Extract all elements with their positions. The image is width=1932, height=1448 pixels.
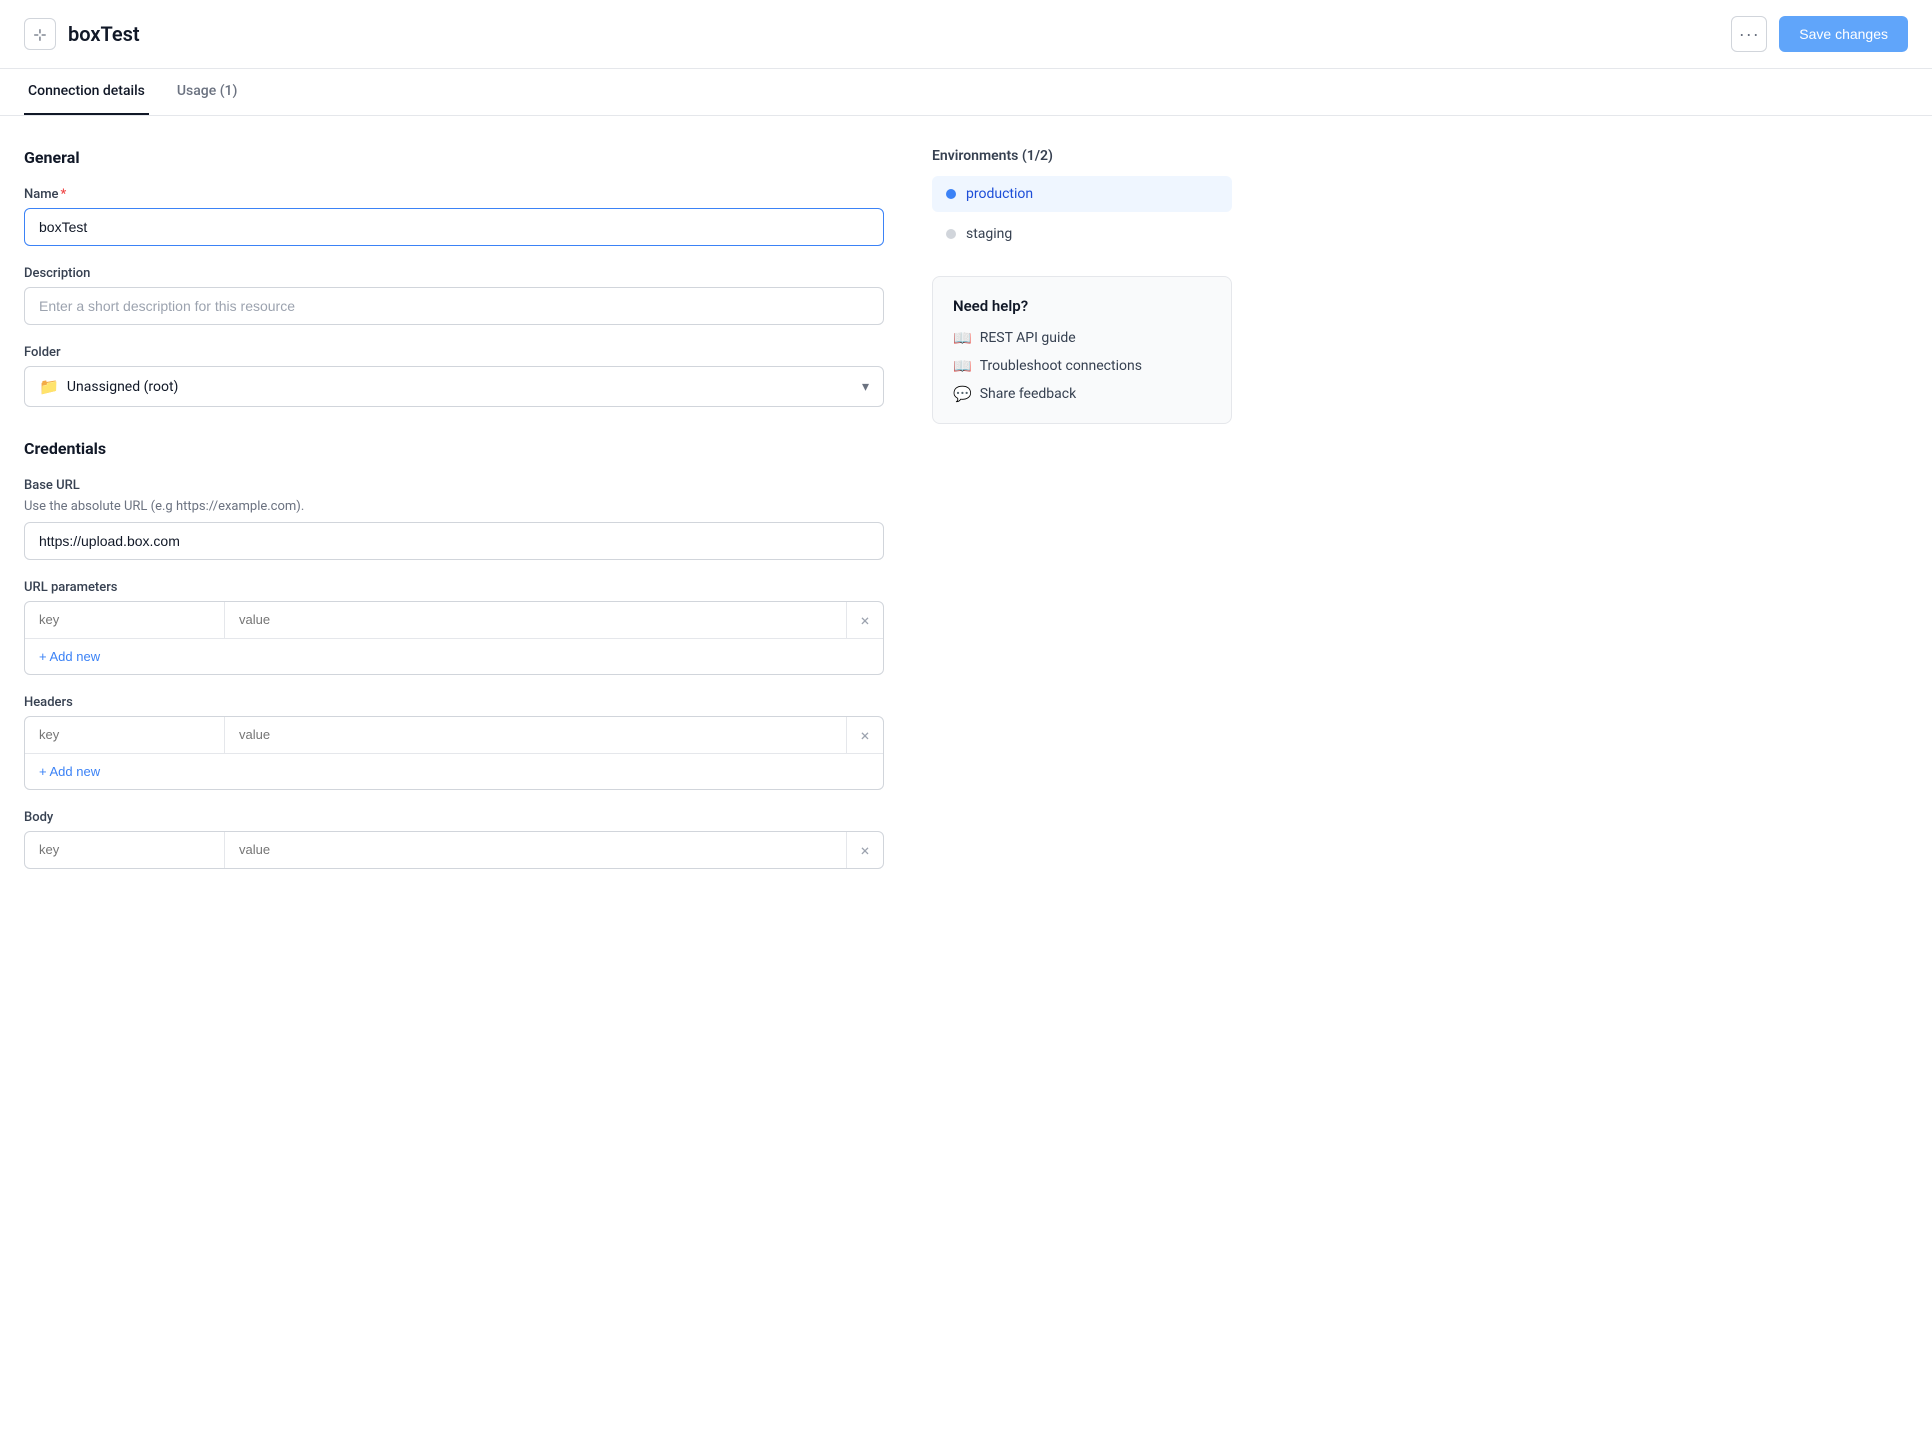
headers-field-group: Headers × + Add new [24,695,884,790]
url-params-label: URL parameters [24,580,884,595]
help-title: Need help? [953,297,1211,315]
folder-label: Folder [24,345,884,360]
body-row: × [25,832,883,868]
headers-add-row: + Add new [25,754,883,789]
folder-field-group: Folder 📁 Unassigned (root) ▾ [24,345,884,407]
folder-select[interactable]: 📁 Unassigned (root) ▾ [24,366,884,407]
headers-row: × [25,717,883,754]
url-params-remove-button[interactable]: × [847,602,883,638]
environments-list: production staging [932,176,1232,252]
folder-icon: 📁 [39,377,59,396]
headers-label: Headers [24,695,884,710]
tab-connection-details[interactable]: Connection details [24,69,149,115]
base-url-input[interactable] [24,522,884,560]
help-link-troubleshoot[interactable]: 📖 Troubleshoot connections [953,357,1211,375]
help-link-label-troubleshoot: Troubleshoot connections [980,358,1142,374]
url-params-value-input[interactable] [239,612,832,627]
headers-key-cell [25,717,225,753]
description-field-group: Description [24,266,884,325]
chat-icon-feedback: 💬 [953,385,972,403]
headers-value-input[interactable] [239,727,832,742]
env-label-staging: staging [966,226,1012,242]
base-url-label: Base URL [24,478,884,493]
book-icon-rest: 📖 [953,329,972,347]
url-params-row: × [25,602,883,639]
url-params-field-group: URL parameters × + Add new [24,580,884,675]
name-input[interactable] [24,208,884,246]
url-params-table: × + Add new [24,601,884,675]
env-item-staging[interactable]: staging [932,216,1232,252]
headers-add-button[interactable]: + Add new [39,764,100,779]
body-value-cell [225,832,847,868]
header-left: ⊹ boxTest [24,18,140,50]
help-links: 📖 REST API guide 📖 Troubleshoot connecti… [953,329,1211,403]
resource-icon: ⊹ [24,18,56,50]
credentials-section: Credentials Base URL Use the absolute UR… [24,439,884,869]
description-input[interactable] [24,287,884,325]
env-item-production[interactable]: production [932,176,1232,212]
headers-remove-button[interactable]: × [847,717,883,753]
env-dot-staging [946,229,956,239]
environments-title: Environments (1/2) [932,148,1232,164]
main-content: General Name* Description Folder 📁 [0,116,1932,1448]
description-label: Description [24,266,884,281]
more-options-button[interactable]: ··· [1731,16,1767,52]
body-key-input[interactable] [39,842,210,857]
page-title: boxTest [68,22,140,46]
url-params-add-button[interactable]: + Add new [39,649,100,664]
right-panel: Environments (1/2) production staging Ne… [932,148,1232,1416]
help-link-label-rest: REST API guide [980,330,1076,346]
save-changes-button[interactable]: Save changes [1779,16,1908,52]
chevron-down-icon: ▾ [862,379,869,395]
required-star: * [61,187,67,202]
env-dot-production [946,189,956,199]
body-remove-button[interactable]: × [847,832,883,868]
body-label: Body [24,810,884,825]
book-icon-troubleshoot: 📖 [953,357,972,375]
name-label: Name* [24,187,884,202]
headers-key-input[interactable] [39,727,210,742]
tab-usage[interactable]: Usage (1) [173,69,242,115]
credentials-section-title: Credentials [24,439,884,458]
help-card: Need help? 📖 REST API guide 📖 Troublesho… [932,276,1232,424]
body-field-group: Body × [24,810,884,869]
name-field-group: Name* [24,187,884,246]
body-table: × [24,831,884,869]
url-params-add-row: + Add new [25,639,883,674]
body-value-input[interactable] [239,842,832,857]
general-section-title: General [24,148,884,167]
folder-value: Unassigned (root) [67,379,179,395]
url-params-value-cell [225,602,847,638]
url-params-key-input[interactable] [39,612,210,627]
base-url-hint: Use the absolute URL (e.g https://exampl… [24,499,884,514]
env-label-production: production [966,186,1033,202]
headers-table: × + Add new [24,716,884,790]
header: ⊹ boxTest ··· Save changes [0,0,1932,69]
header-right: ··· Save changes [1731,16,1908,52]
base-url-field-group: Base URL Use the absolute URL (e.g https… [24,478,884,560]
headers-value-cell [225,717,847,753]
body-key-cell [25,832,225,868]
help-link-share-feedback[interactable]: 💬 Share feedback [953,385,1211,403]
url-params-key-cell [25,602,225,638]
tab-bar: Connection details Usage (1) [0,69,1932,116]
help-link-label-feedback: Share feedback [980,386,1077,402]
help-link-rest-api-guide[interactable]: 📖 REST API guide [953,329,1211,347]
left-panel: General Name* Description Folder 📁 [24,148,884,1416]
